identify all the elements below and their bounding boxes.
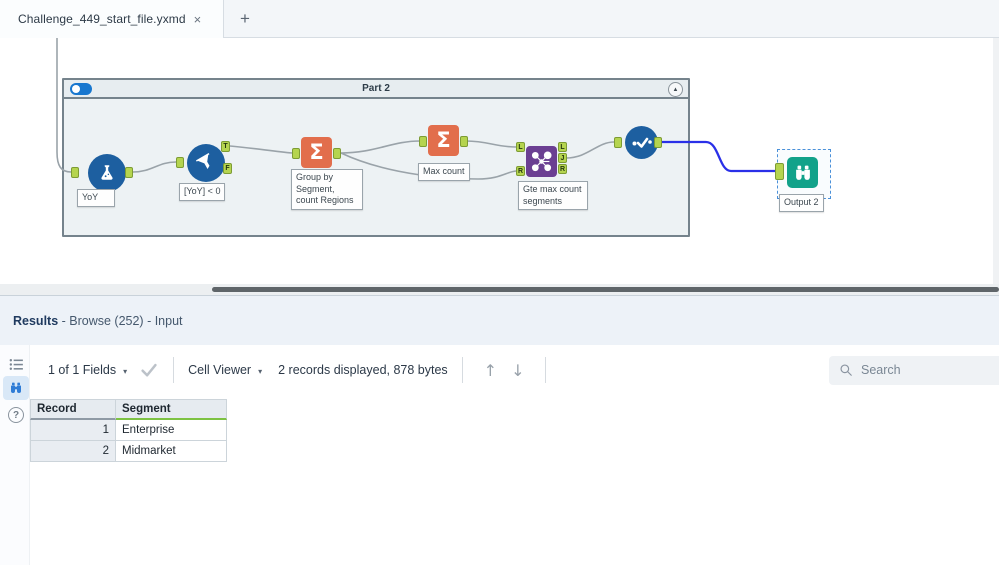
summarize-group-annotation[interactable]: Group by Segment, count Regions: [291, 169, 363, 211]
scroll-down-button[interactable]: ↓: [511, 361, 524, 380]
list-icon: [9, 358, 23, 370]
filter-input-anchor[interactable]: [176, 157, 184, 168]
formula-output-anchor[interactable]: [125, 167, 133, 178]
results-sidebar: ?: [0, 345, 30, 565]
sigma-icon: Σ: [436, 128, 451, 152]
container-collapse-button[interactable]: ▲: [668, 82, 683, 97]
results-header: Results - Browse (252) - Input: [0, 296, 999, 345]
segment-cell[interactable]: Midmarket: [116, 441, 227, 462]
browse-annotation[interactable]: Output 2: [779, 194, 824, 212]
alteryx-designer-window: Challenge_449_start_file.yxmd × + Part 2…: [0, 0, 999, 565]
column-header-segment[interactable]: Segment: [116, 399, 227, 420]
browse-input-anchor[interactable]: [775, 163, 784, 180]
browse-tool[interactable]: [787, 157, 818, 188]
summarize-max-tool[interactable]: Σ: [428, 125, 459, 156]
unique-check-icon: [632, 137, 652, 148]
cell-viewer-dropdown[interactable]: Cell Viewer: [188, 363, 251, 377]
binoculars-icon: [11, 382, 21, 393]
summarize-max-input-anchor[interactable]: [419, 136, 427, 147]
search-input[interactable]: [861, 363, 981, 377]
document-tab-bar: Challenge_449_start_file.yxmd × +: [0, 0, 999, 38]
summarize-group-output-anchor[interactable]: [333, 148, 341, 159]
apply-check-icon[interactable]: [139, 361, 159, 379]
summarize-max-annotation[interactable]: Max count: [418, 163, 470, 181]
grid-header-row: Record Segment: [30, 399, 227, 420]
container-enable-toggle[interactable]: [70, 83, 92, 95]
preview-view-button[interactable]: [3, 376, 29, 400]
search-box[interactable]: [829, 355, 999, 385]
toggle-knob: [72, 85, 80, 93]
filter-true-anchor[interactable]: T: [221, 141, 230, 152]
workflow-tab[interactable]: Challenge_449_start_file.yxmd ×: [0, 0, 224, 38]
flask-icon: [101, 165, 113, 180]
unique-output-anchor[interactable]: [654, 137, 662, 148]
scroll-up-button[interactable]: ↑: [484, 361, 497, 380]
summarize-group-input-anchor[interactable]: [292, 148, 300, 159]
canvas-hscrollbar-thumb[interactable]: [212, 287, 999, 292]
toolbar-separator: [461, 357, 463, 383]
join-r-output-anchor[interactable]: R: [558, 164, 567, 174]
filter-annotation[interactable]: [YoY] < 0: [179, 183, 226, 201]
funnel-icon: [195, 152, 210, 169]
join-j-output-anchor[interactable]: J: [558, 153, 567, 163]
record-cell[interactable]: 1: [30, 420, 116, 441]
binoculars-icon: [795, 165, 810, 180]
toolbar-separator: [545, 357, 547, 383]
help-button[interactable]: ?: [8, 407, 24, 423]
search-icon: [840, 364, 852, 376]
chevron-down-icon[interactable]: ▾: [258, 367, 262, 376]
filter-tool[interactable]: [187, 144, 225, 182]
tab-close-icon[interactable]: ×: [194, 12, 202, 27]
join-right-input-anchor[interactable]: R: [516, 166, 525, 176]
results-title: Results: [13, 313, 59, 328]
sigma-icon: Σ: [309, 140, 324, 164]
records-info: 2 records displayed, 878 bytes: [278, 363, 448, 377]
chevron-down-icon[interactable]: ▾: [123, 367, 127, 376]
formula-annotation[interactable]: YoY: [77, 189, 115, 207]
table-row: 2 Midmarket: [30, 441, 227, 462]
table-row: 1 Enterprise: [30, 420, 227, 441]
formula-input-anchor[interactable]: [71, 167, 79, 178]
tool-container-header[interactable]: Part 2: [64, 80, 688, 99]
workflow-tab-label: Challenge_449_start_file.yxmd: [18, 12, 186, 26]
segment-cell[interactable]: Enterprise: [116, 420, 227, 441]
results-grid: Record Segment 1 Enterprise 2 Midmarket: [30, 399, 227, 462]
summarize-group-tool[interactable]: Σ: [301, 137, 332, 168]
results-subtitle: - Browse (252) - Input: [58, 313, 183, 328]
new-tab-button[interactable]: +: [224, 0, 266, 38]
toolbar-separator: [173, 357, 175, 383]
summarize-max-output-anchor[interactable]: [460, 136, 468, 147]
fields-dropdown[interactable]: 1 of 1 Fields: [48, 363, 116, 377]
record-cell[interactable]: 2: [30, 441, 116, 462]
unique-input-anchor[interactable]: [614, 137, 622, 148]
results-panel: Results - Browse (252) - Input ? 1 of 1 …: [0, 295, 999, 565]
tool-container-part2[interactable]: Part 2 ▲: [62, 78, 690, 237]
metadata-view-button[interactable]: [3, 352, 29, 376]
canvas-horizontal-scrollbar[interactable]: [0, 284, 999, 295]
canvas-vertical-scrollbar[interactable]: [993, 38, 999, 284]
join-network-icon: [531, 151, 552, 172]
join-l-output-anchor[interactable]: L: [558, 142, 567, 152]
join-left-input-anchor[interactable]: L: [516, 142, 525, 152]
formula-tool[interactable]: [88, 154, 126, 192]
filter-false-anchor[interactable]: F: [223, 163, 232, 174]
join-tool[interactable]: [526, 146, 557, 177]
join-annotation[interactable]: Gte max count segments: [518, 181, 588, 211]
container-title: Part 2: [362, 83, 390, 94]
column-header-record[interactable]: Record: [30, 399, 116, 420]
results-toolbar: 1 of 1 Fields ▾ Cell Viewer ▾ 2 records …: [30, 345, 999, 395]
